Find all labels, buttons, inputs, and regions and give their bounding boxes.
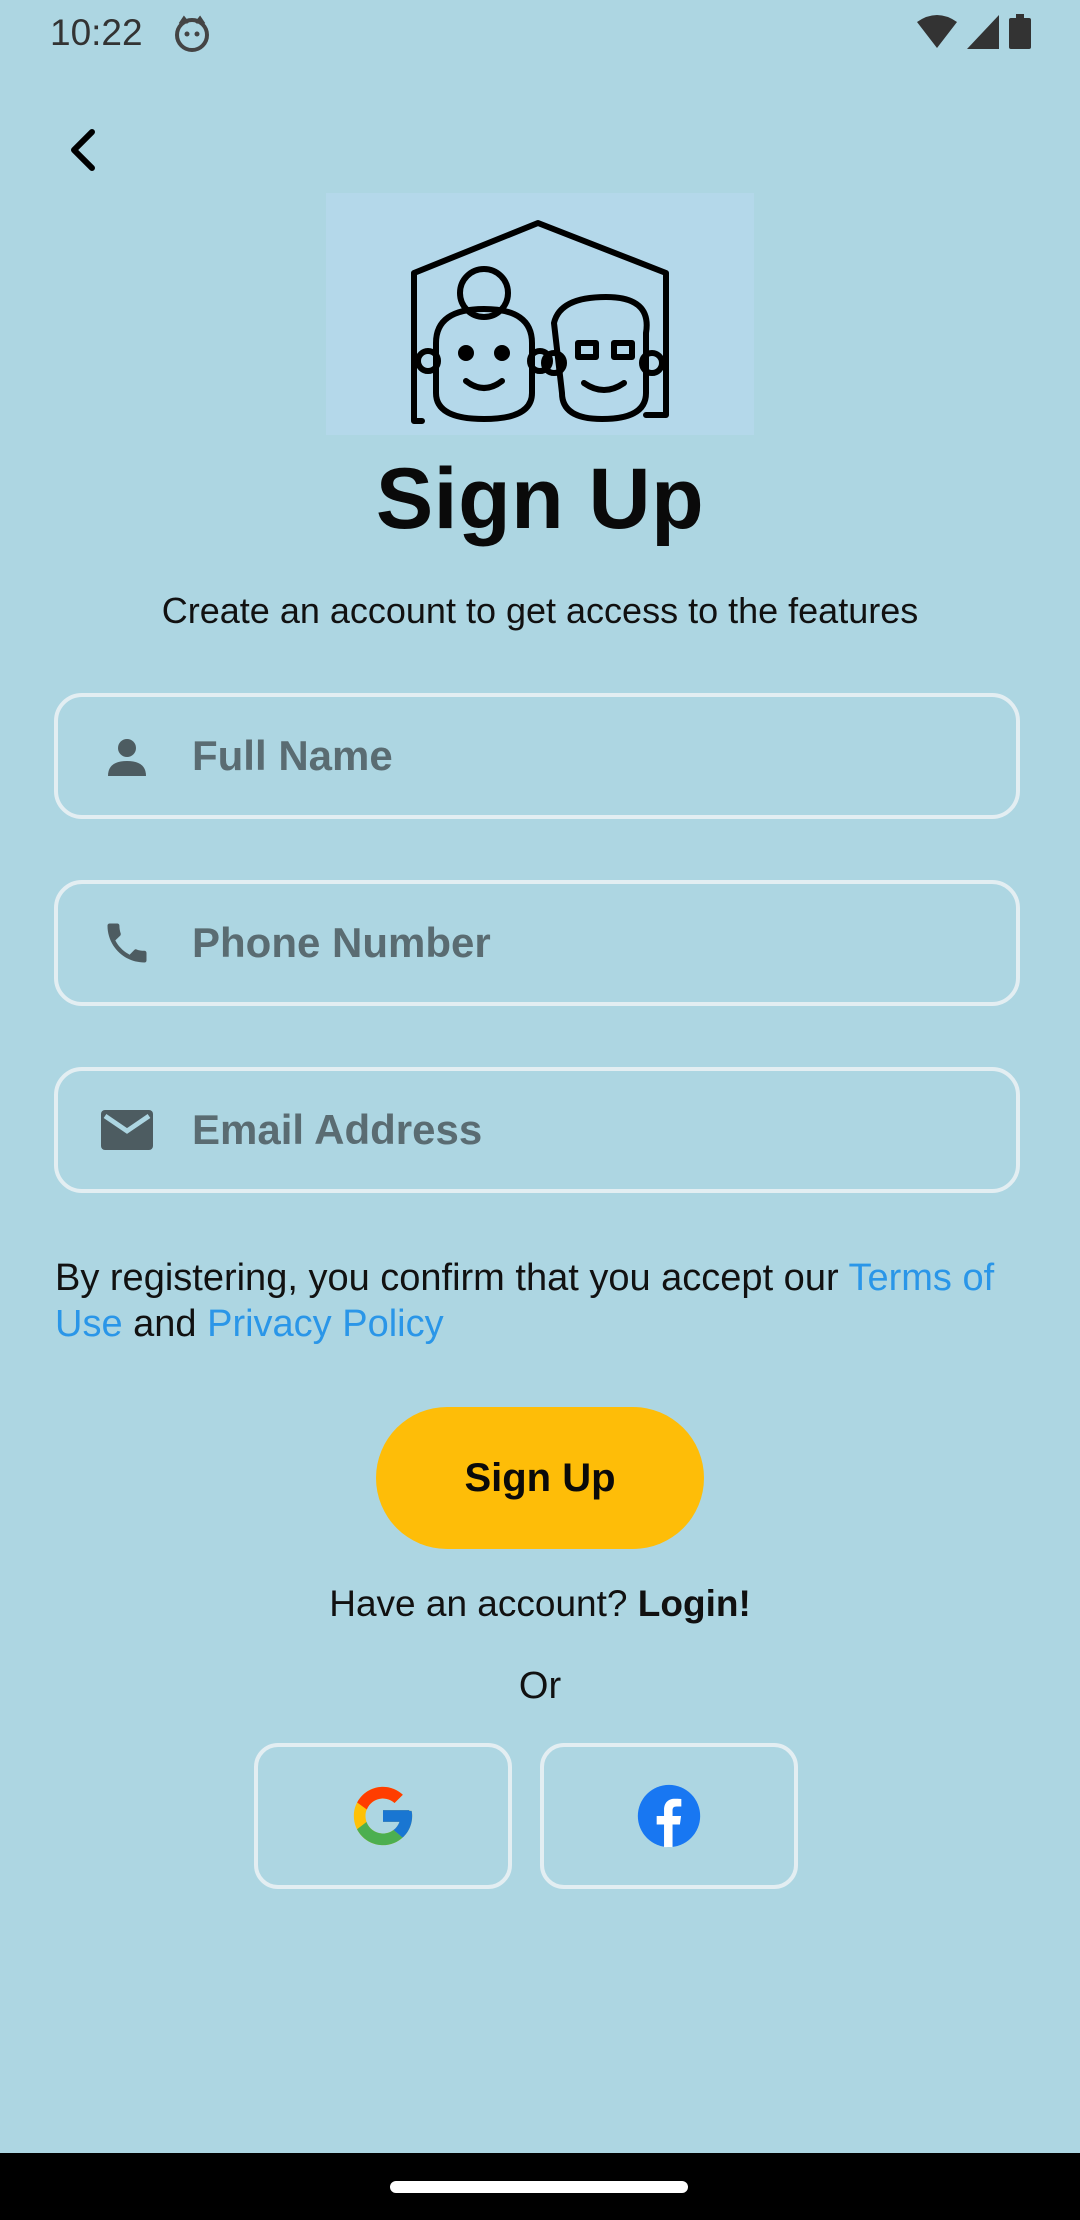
terms-prefix: By registering, you confirm that you acc… bbox=[55, 1257, 849, 1299]
login-link[interactable]: Login! bbox=[638, 1583, 751, 1624]
back-button[interactable] bbox=[52, 120, 112, 180]
mail-icon bbox=[92, 1095, 162, 1165]
google-icon bbox=[353, 1786, 413, 1846]
or-divider-text: Or bbox=[518, 1665, 562, 1707]
home-gesture-handle[interactable] bbox=[390, 2181, 688, 2193]
page-title: Sign Up bbox=[375, 451, 705, 547]
app-logo bbox=[326, 193, 754, 435]
page-subtitle: Create an account to get access to the f… bbox=[161, 590, 919, 631]
status-icons bbox=[916, 14, 1032, 50]
have-account-line: Have an account? Login! bbox=[0, 1583, 1080, 1625]
phone-field[interactable] bbox=[54, 880, 1020, 1006]
have-account-text: Have an account? bbox=[329, 1583, 638, 1624]
cat-notification-icon bbox=[175, 15, 209, 52]
sign-up-button[interactable]: Sign Up bbox=[376, 1407, 704, 1549]
full-name-field[interactable] bbox=[54, 693, 1020, 819]
terms-text: By registering, you confirm that you acc… bbox=[55, 1255, 1030, 1347]
wifi-icon bbox=[917, 15, 957, 48]
google-sign-in-button[interactable] bbox=[254, 1743, 512, 1889]
facebook-sign-in-button[interactable] bbox=[540, 1743, 798, 1889]
person-icon bbox=[92, 721, 162, 791]
status-time: 10:22 bbox=[50, 12, 143, 53]
signal-icon bbox=[967, 15, 999, 49]
email-field[interactable] bbox=[54, 1067, 1020, 1193]
status-bar: 10:22 bbox=[0, 0, 1080, 66]
battery-icon bbox=[1009, 14, 1031, 49]
facebook-icon bbox=[637, 1784, 701, 1848]
back-arrow-icon bbox=[71, 129, 95, 171]
full-name-input[interactable] bbox=[190, 720, 1016, 792]
privacy-policy-link[interactable]: Privacy Policy bbox=[207, 1303, 444, 1345]
phone-input[interactable] bbox=[190, 907, 1016, 979]
email-input[interactable] bbox=[190, 1094, 1016, 1166]
terms-middle: and bbox=[122, 1303, 208, 1345]
phone-icon bbox=[92, 908, 162, 978]
elderly-home-logo-icon bbox=[411, 220, 669, 424]
